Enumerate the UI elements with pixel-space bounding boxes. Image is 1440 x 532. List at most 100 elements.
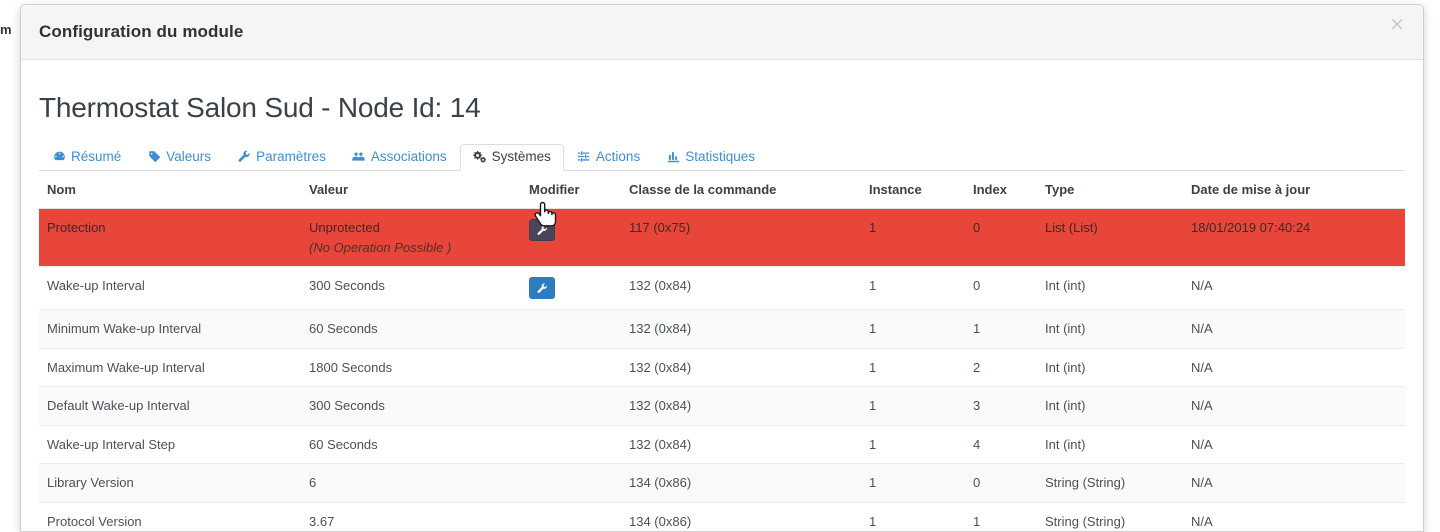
modal-header: Configuration du module × bbox=[21, 5, 1423, 60]
cell-instance: 1 bbox=[861, 501, 965, 531]
tag-icon bbox=[147, 150, 161, 163]
cell-date: 18/01/2019 07:40:24 bbox=[1183, 207, 1405, 267]
tab-label: Résumé bbox=[71, 148, 122, 164]
valeur-text: Unprotected bbox=[309, 220, 380, 235]
cell-valeur: Unprotected (No Operation Possible ) bbox=[301, 207, 521, 267]
valeur-text: 6 bbox=[309, 475, 317, 491]
cell-valeur: 1800 Seconds bbox=[301, 347, 521, 387]
cell-nom: Library Version bbox=[39, 463, 301, 503]
module-configuration-modal: Configuration du module × Thermostat Sal… bbox=[20, 4, 1424, 532]
cell-instance: 1 bbox=[861, 463, 965, 503]
cell-classe: 117 (0x75) bbox=[621, 207, 861, 267]
cell-date: N/A bbox=[1183, 424, 1405, 464]
cell-modifier bbox=[521, 463, 621, 503]
cell-index: 0 bbox=[965, 463, 1037, 503]
cell-nom: Wake-up Interval bbox=[39, 266, 301, 310]
cell-instance: 1 bbox=[861, 347, 965, 387]
tab-label: Associations bbox=[370, 148, 447, 164]
edit-button[interactable] bbox=[529, 277, 555, 300]
cell-classe: 132 (0x84) bbox=[621, 424, 861, 464]
cell-type: List (List) bbox=[1037, 207, 1183, 267]
tab-label: Paramètres bbox=[256, 148, 326, 164]
cell-valeur: 3.67 bbox=[301, 501, 521, 531]
tab-label: Systèmes bbox=[491, 148, 551, 164]
wrench-icon bbox=[237, 150, 251, 163]
cell-nom: Default Wake-up Interval bbox=[39, 386, 301, 426]
valeur-text: 60 Seconds bbox=[309, 321, 378, 337]
cell-date: N/A bbox=[1183, 347, 1405, 387]
tab-bar: Résumé Valeurs Paramètres Associations Systè… bbox=[39, 140, 1405, 171]
tab-label: Statistiques bbox=[685, 148, 755, 164]
cell-classe: 132 (0x84) bbox=[621, 309, 861, 349]
column-header: Nom bbox=[39, 171, 301, 209]
tab-label: Actions bbox=[595, 148, 641, 164]
tab-associations[interactable]: Associations bbox=[339, 144, 460, 172]
modal-body: Thermostat Salon Sud - Node Id: 14 Résum… bbox=[21, 60, 1423, 531]
table-header-row: Nom Valeur Modifier Classe de la commande In… bbox=[39, 171, 1405, 209]
column-header: Date de mise à jour bbox=[1183, 171, 1405, 209]
cell-type: String (String) bbox=[1037, 463, 1183, 503]
tab-label: Valeurs bbox=[166, 148, 212, 164]
table-header: Nom Valeur Modifier Classe de la commande In… bbox=[39, 171, 1405, 209]
sliders-icon bbox=[577, 150, 591, 163]
table-row[interactable]: Wake-up Interval 300 Seconds 132 (0x84) 1 0 I… bbox=[39, 266, 1405, 310]
table-row[interactable]: Wake-up Interval Step 60 Seconds 132 (0x84… bbox=[39, 424, 1405, 464]
valeur-text: 3.67 bbox=[309, 513, 335, 529]
column-header: Classe de la commande bbox=[621, 171, 861, 209]
cell-type: Int (int) bbox=[1037, 424, 1183, 464]
cell-type: Int (int) bbox=[1037, 266, 1183, 310]
cell-date: N/A bbox=[1183, 501, 1405, 531]
screen: m Configuration du module × Thermostat S… bbox=[0, 0, 1440, 532]
cell-modifier bbox=[521, 309, 621, 349]
tab-statistiques[interactable]: Statistiques bbox=[653, 144, 768, 172]
close-icon[interactable]: × bbox=[1385, 13, 1409, 36]
cell-date: N/A bbox=[1183, 386, 1405, 426]
cell-modifier bbox=[521, 386, 621, 426]
valeur-text: 300 Seconds bbox=[309, 278, 385, 294]
cell-type: Int (int) bbox=[1037, 347, 1183, 387]
tab-actions[interactable]: Actions bbox=[564, 144, 653, 172]
cell-date: N/A bbox=[1183, 309, 1405, 349]
cell-modifier bbox=[521, 424, 621, 464]
tab-valeurs[interactable]: Valeurs bbox=[134, 144, 224, 172]
cell-index: 0 bbox=[965, 266, 1037, 310]
valeur-text: 300 Seconds bbox=[309, 398, 385, 414]
cell-instance: 1 bbox=[861, 309, 965, 349]
cell-nom: Protocol Version bbox=[39, 501, 301, 531]
table-row[interactable]: Minimum Wake-up Interval 60 Seconds 132 (0… bbox=[39, 309, 1405, 349]
tab-parametres[interactable]: Paramètres bbox=[224, 144, 339, 172]
cell-index: 1 bbox=[965, 309, 1037, 349]
cell-date: N/A bbox=[1183, 266, 1405, 310]
table-row[interactable]: Maximum Wake-up Interval 1800 Seconds 132 … bbox=[39, 347, 1405, 387]
cell-valeur: 300 Seconds bbox=[301, 266, 521, 310]
edit-button[interactable] bbox=[529, 219, 555, 241]
valeur-text: 60 Seconds bbox=[309, 436, 378, 452]
page-title: Thermostat Salon Sud - Node Id: 14 bbox=[39, 92, 481, 123]
table-row[interactable]: Library Version 6 134 (0x86) 1 0 String (Stri… bbox=[39, 463, 1405, 503]
cell-classe: 134 (0x86) bbox=[621, 463, 861, 503]
valeur-note: (No Operation Possible ) bbox=[309, 239, 452, 255]
tab-resume[interactable]: Résumé bbox=[39, 144, 134, 172]
modal-title: Configuration du module bbox=[39, 22, 244, 41]
table-row[interactable]: Protection Unprotected (No Operation Possi… bbox=[39, 207, 1405, 267]
cell-type: Int (int) bbox=[1037, 386, 1183, 426]
column-header: Type bbox=[1037, 171, 1183, 209]
cell-valeur: 6 bbox=[301, 463, 521, 503]
cell-date: N/A bbox=[1183, 463, 1405, 503]
cell-instance: 1 bbox=[861, 386, 965, 426]
cell-nom: Protection bbox=[39, 207, 301, 267]
tab-systemes[interactable]: Systèmes bbox=[459, 143, 564, 171]
cogs-icon bbox=[473, 150, 487, 163]
table-row[interactable]: Default Wake-up Interval 300 Seconds 132 (… bbox=[39, 386, 1405, 426]
cell-instance: 1 bbox=[861, 424, 965, 464]
bar-chart-icon bbox=[666, 150, 680, 163]
cell-valeur: 300 Seconds bbox=[301, 386, 521, 426]
cell-modifier bbox=[521, 207, 621, 267]
column-header: Modifier bbox=[521, 171, 621, 209]
cell-index: 4 bbox=[965, 424, 1037, 464]
column-header: Index bbox=[965, 171, 1037, 209]
background-page-text: m bbox=[0, 22, 12, 37]
column-header: Instance bbox=[861, 171, 965, 209]
table-row[interactable]: Protocol Version 3.67 134 (0x86) 1 1 String (… bbox=[39, 501, 1405, 531]
users-icon bbox=[352, 150, 366, 163]
